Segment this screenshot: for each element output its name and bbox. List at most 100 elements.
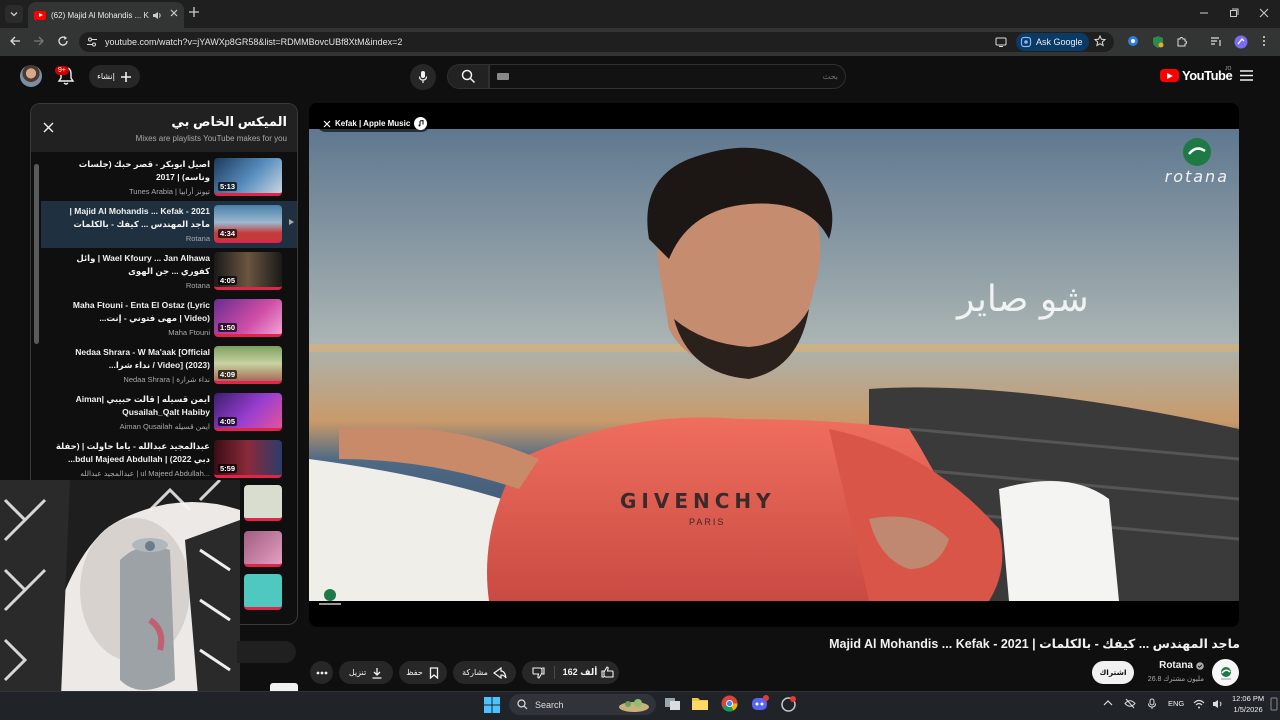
- playlist-item[interactable]: عبدالمجيد عبدالله - ياما حاولت | (حفلة د…: [41, 436, 297, 483]
- playlist-item-thumbnail: 4:05: [214, 252, 282, 290]
- site-info-icon[interactable]: [86, 36, 98, 48]
- playlist-item[interactable]: ايمن قسيله | قالت حبيبي |Aiman Qusailah_…: [41, 389, 297, 436]
- new-tab-plus-icon[interactable]: [188, 6, 200, 18]
- playlist-item-title: Wael Kfoury ... Jan Alhawa | وائل كفوري …: [76, 253, 210, 276]
- taskbar-search-box[interactable]: Search: [509, 694, 656, 715]
- playlist-scrollbar[interactable]: [34, 164, 39, 344]
- ask-google-button[interactable]: Ask Google: [1016, 33, 1089, 51]
- extension-green-icon[interactable]: [1151, 35, 1165, 49]
- task-view-icon[interactable]: [664, 695, 681, 712]
- taskbar-search-label: Search: [535, 699, 564, 710]
- restore-window-icon[interactable]: [1228, 7, 1240, 19]
- back-arrow-icon[interactable]: [9, 35, 21, 47]
- notification-center-icon[interactable]: [1270, 697, 1278, 711]
- tray-time: 12:06 PM: [1232, 694, 1265, 703]
- search-input[interactable]: [500, 68, 838, 84]
- cast-icon[interactable]: [995, 36, 1007, 48]
- download-icon: [372, 667, 382, 679]
- now-playing-icon: [289, 219, 294, 225]
- tray-mic-icon[interactable]: [1147, 698, 1157, 710]
- app-red-badge-icon[interactable]: [780, 695, 797, 712]
- video-player[interactable]: GIVENCHY PARIS شو صاير Kefak | Apple Mus…: [309, 103, 1239, 627]
- comment-box-edge[interactable]: [237, 641, 296, 663]
- music-chip[interactable]: Kefak | Apple Music: [317, 115, 431, 132]
- youtube-favicon-icon: [34, 10, 46, 20]
- browser-menu-icon[interactable]: [1261, 35, 1267, 47]
- voice-search-button[interactable]: [410, 64, 436, 90]
- close-chip-icon[interactable]: [323, 120, 331, 128]
- playlist-item-duration: 4:05: [218, 417, 238, 426]
- download-button[interactable]: تنزيل: [339, 661, 393, 684]
- floating-picture-overlay[interactable]: [0, 480, 240, 720]
- playlist-item-thumbnail[interactable]: [244, 531, 282, 567]
- volume-icon[interactable]: [1212, 699, 1224, 709]
- playlist-item-duration: 5:13: [218, 182, 238, 191]
- playlist-item[interactable]: Nedaa Shrara - W Ma'aak [Official Video]…: [41, 342, 297, 389]
- tray-eye-off-icon[interactable]: [1124, 698, 1136, 709]
- wifi-icon[interactable]: [1193, 699, 1205, 709]
- playlist-item[interactable]: Maha Ftouni - Enta El Ostaz (Lyric Video…: [41, 295, 297, 342]
- input-language[interactable]: ENG: [1168, 699, 1184, 708]
- file-explorer-icon[interactable]: [691, 695, 709, 712]
- chevron-down-icon: [10, 12, 18, 17]
- hoodie-print-text: GIVENCHY: [620, 489, 776, 513]
- search-button[interactable]: [447, 64, 489, 89]
- playlist-item-thumbnail: 4:09: [214, 346, 282, 384]
- channel-avatar[interactable]: [1212, 659, 1239, 686]
- tray-chevron-up-icon[interactable]: [1103, 699, 1113, 707]
- youtube-logo[interactable]: YouTube: [1160, 68, 1233, 83]
- profile-icon[interactable]: [1234, 35, 1248, 49]
- country-code: JO: [1225, 66, 1232, 72]
- video-lyric-overlay: شو صاير: [957, 279, 1089, 320]
- playlist-item-thumbnail[interactable]: [244, 485, 282, 521]
- microphone-icon: [418, 71, 428, 83]
- playlist-item-duration: 4:34: [218, 229, 238, 238]
- guide-menu-icon[interactable]: [1240, 70, 1253, 81]
- speaker-icon[interactable]: [152, 11, 162, 20]
- playlist-item[interactable]: اصيل ابوبكر - قصر حبك (جلسات وناسه) | 20…: [41, 154, 297, 201]
- chrome-icon[interactable]: [721, 695, 738, 712]
- reload-icon[interactable]: [57, 35, 69, 47]
- close-window-icon[interactable]: [1258, 7, 1270, 19]
- browser-tab-active[interactable]: (62) Majid Al Mohandis ... Ke: [28, 2, 184, 28]
- playlist-item-title: اصيل ابوبكر - قصر حبك (جلسات وناسه) | 20…: [78, 159, 210, 182]
- floating-image: [0, 480, 240, 720]
- create-button[interactable]: إنشاء: [89, 65, 140, 88]
- tray-clock[interactable]: 12:06 PM 1/5/2026: [1232, 693, 1264, 715]
- windows-start-icon[interactable]: [484, 697, 500, 713]
- bookmark-star-icon[interactable]: [1094, 35, 1106, 47]
- like-button[interactable]: 162 ألف: [558, 661, 619, 684]
- playlist-item-thumbnail[interactable]: [244, 574, 282, 610]
- dislike-button[interactable]: [522, 661, 554, 684]
- rotana-watermark-text: rotana: [1164, 167, 1229, 186]
- extension-blue-icon[interactable]: [1127, 35, 1139, 47]
- discord-icon[interactable]: [751, 695, 769, 712]
- hoodie-print-subtext: PARIS: [689, 517, 726, 527]
- forward-arrow-icon[interactable]: [33, 35, 45, 47]
- share-button[interactable]: مشاركة: [453, 661, 516, 684]
- playlist-item[interactable]: Wael Kfoury ... Jan Alhawa | وائل كفوري …: [41, 248, 297, 295]
- playlist-item-meta: عبدالمجيد عبدالله - ياما حاولت | (حفلة د…: [50, 440, 210, 478]
- playlist-subtitle: Mixes are playlists YouTube makes for yo…: [135, 134, 287, 143]
- channel-name[interactable]: Rotana: [1159, 660, 1204, 671]
- close-playlist-icon[interactable]: [43, 122, 54, 133]
- account-avatar[interactable]: [20, 65, 42, 87]
- subscribe-button[interactable]: اشتراك: [1092, 661, 1134, 684]
- playlist-item-channel: Aiman Qusailah ايمن قسيله: [119, 422, 210, 431]
- notification-count-badge: 9+: [55, 66, 69, 75]
- tab-search-dropdown-button[interactable]: [5, 5, 23, 23]
- video-frame: GIVENCHY PARIS شو صاير: [309, 129, 1239, 601]
- playlist-item-duration: 4:05: [218, 276, 238, 285]
- playlist-item-meta: Majid Al Mohandis ... Kefak - 2021 | ماج…: [50, 205, 210, 243]
- reading-list-icon[interactable]: [1210, 35, 1222, 47]
- rotana-avatar-icon: [1220, 666, 1231, 679]
- save-button[interactable]: حفظ: [399, 661, 447, 684]
- download-label: تنزيل: [348, 668, 367, 677]
- tab-close-icon[interactable]: [170, 9, 178, 17]
- lens-icon: [1020, 36, 1032, 48]
- playlist-item-active[interactable]: Majid Al Mohandis ... Kefak - 2021 | ماج…: [41, 201, 297, 248]
- more-actions-button[interactable]: [310, 661, 333, 684]
- minimize-window-icon[interactable]: [1198, 7, 1210, 19]
- url-text[interactable]: youtube.com/watch?v=jYAWXp8GR58&list=RDM…: [105, 37, 402, 47]
- extensions-puzzle-icon[interactable]: [1176, 35, 1188, 47]
